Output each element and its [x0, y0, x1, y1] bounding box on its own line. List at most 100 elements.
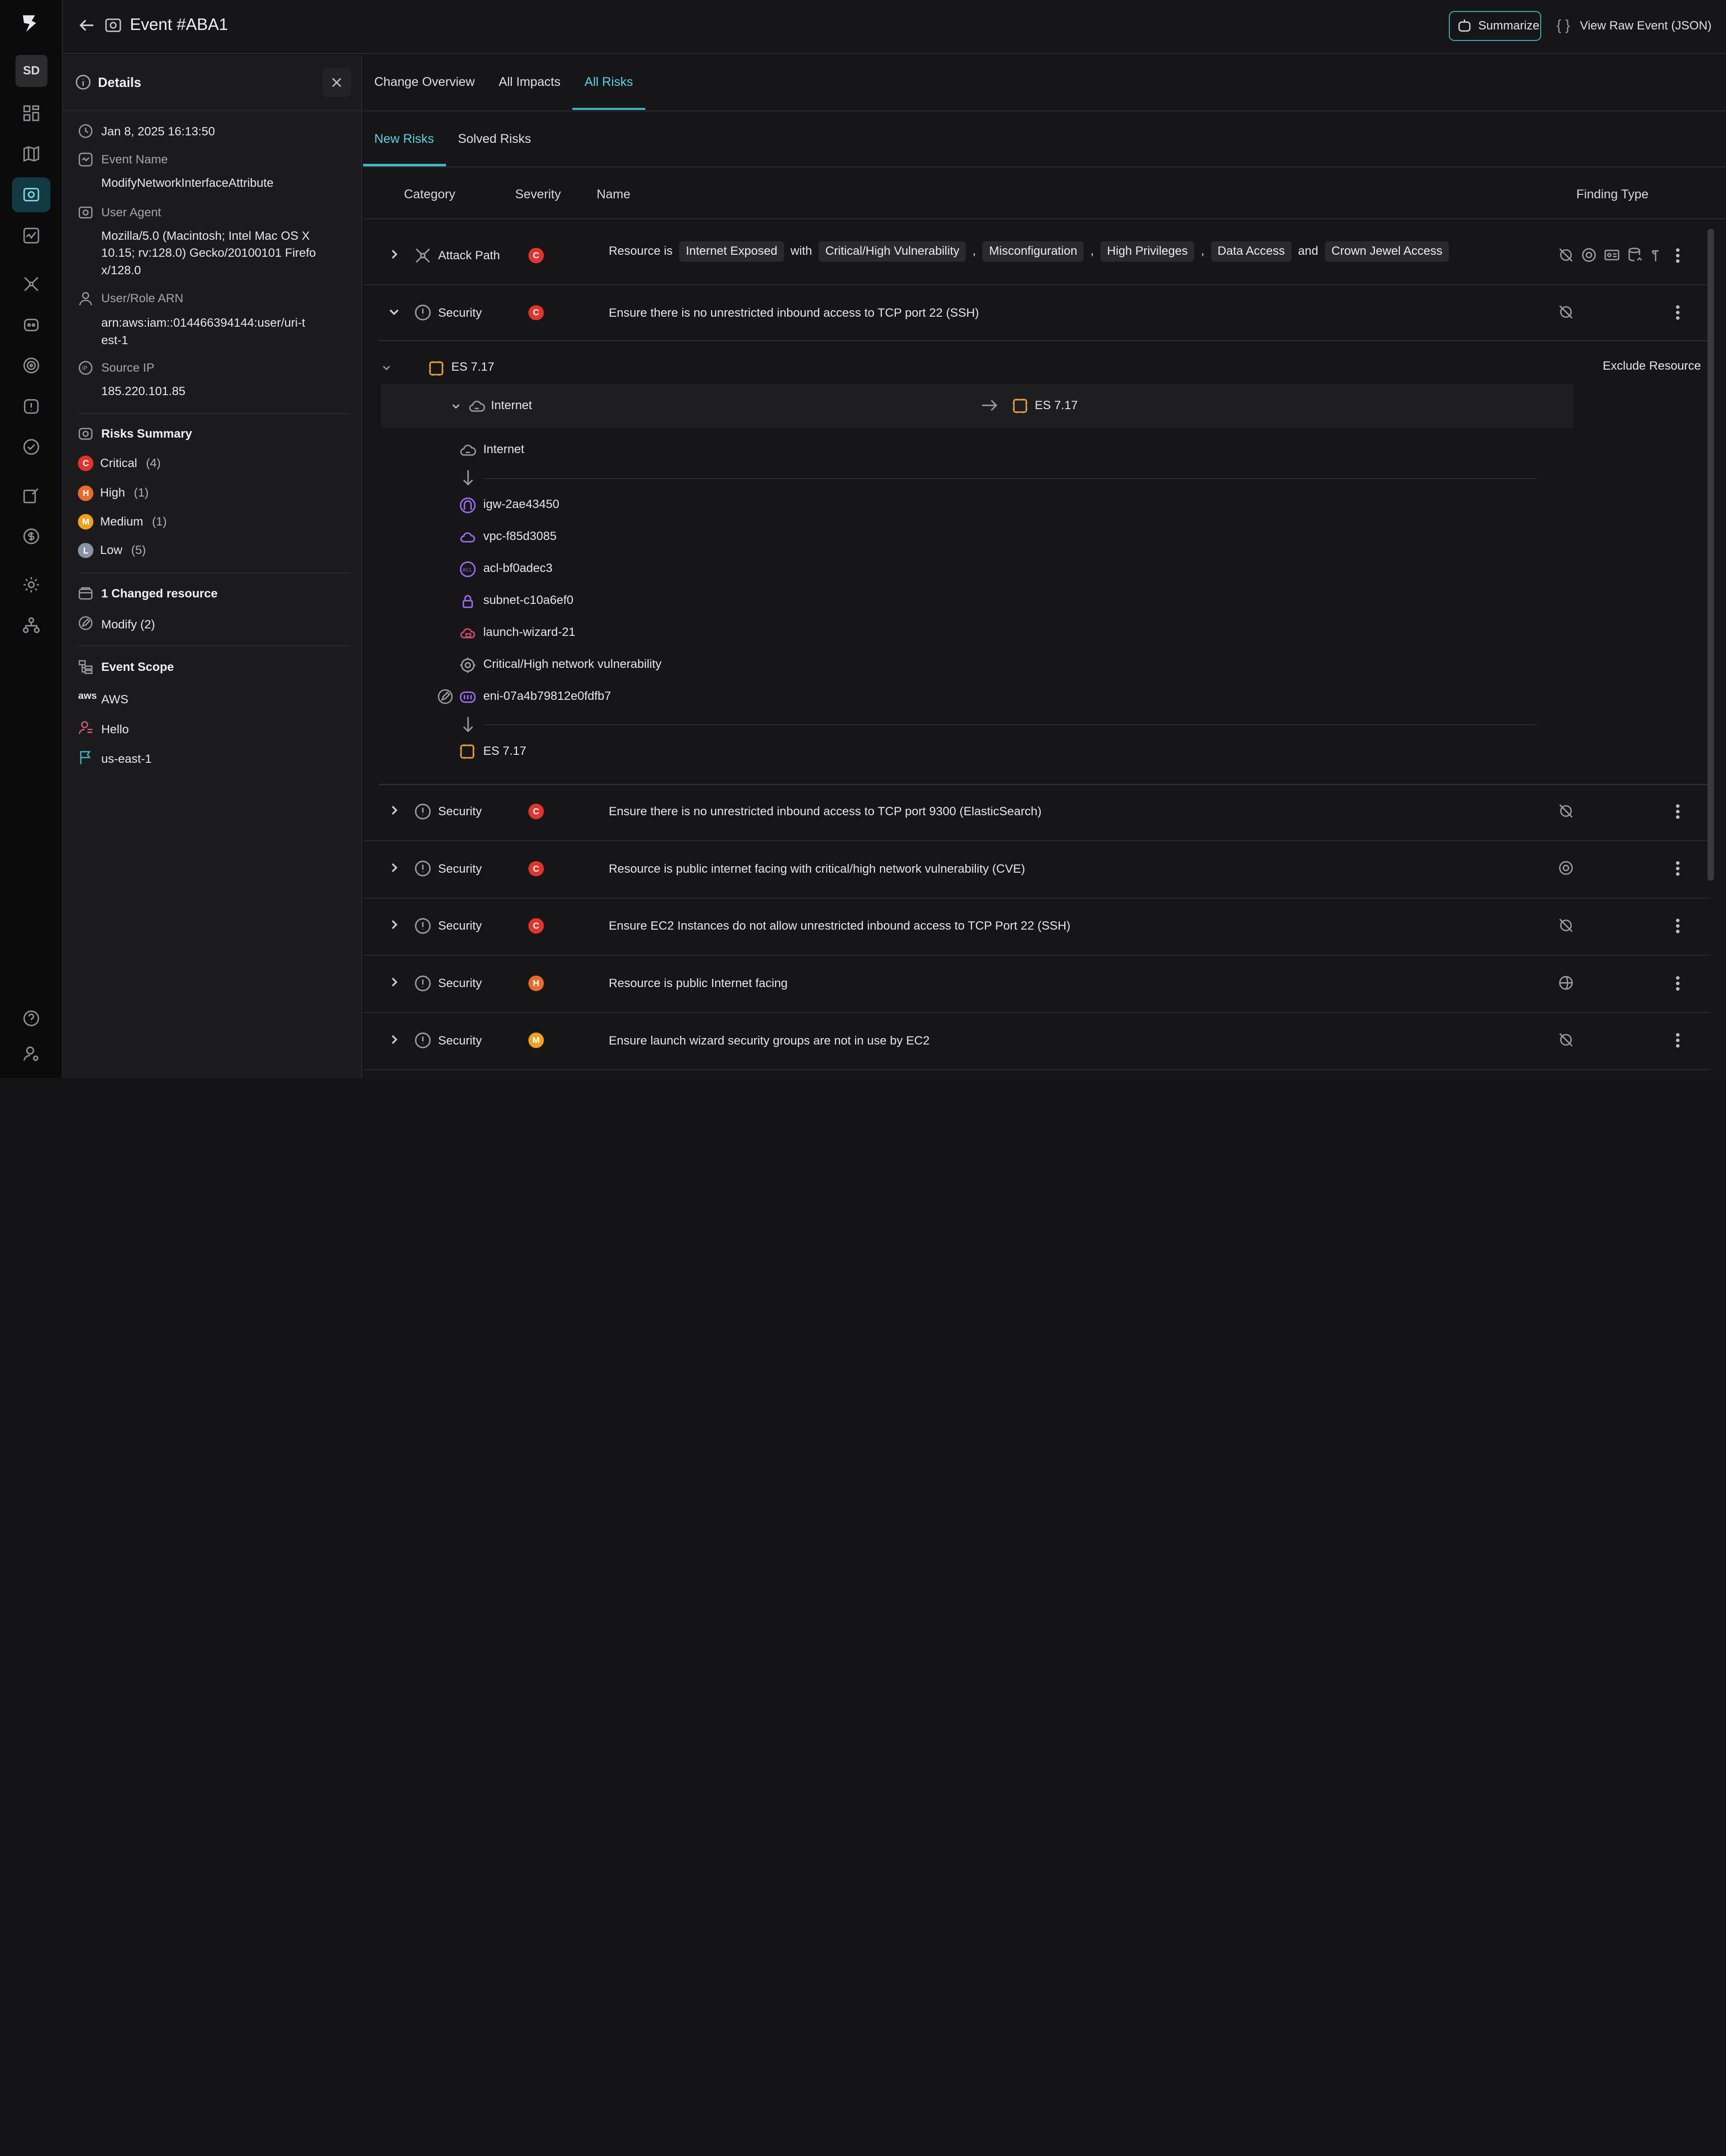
table-row[interactable]: Security C Ensure EC2 Instances do not a… [363, 899, 1711, 956]
risk-medium[interactable]: M Medium (1) [78, 514, 167, 530]
tag: High Privileges [1100, 241, 1195, 262]
divider [484, 724, 1537, 726]
user-agent-icon [78, 205, 93, 220]
robot-icon [1457, 18, 1472, 33]
more-vertical-icon[interactable] [1676, 1032, 1680, 1049]
path-source: Internet [491, 398, 532, 412]
more-vertical-icon[interactable] [1676, 917, 1680, 935]
chevron-right-icon[interactable] [389, 1034, 400, 1045]
row-category: Attack Path [438, 249, 500, 263]
risk-high[interactable]: H High (1) [78, 486, 149, 501]
check-icon[interactable] [12, 430, 50, 465]
dashboard-icon[interactable] [12, 96, 50, 131]
finding-type-icons [1558, 917, 1574, 934]
more-vertical-icon[interactable] [1676, 860, 1680, 877]
finding-type-icons [1558, 803, 1574, 819]
clock-icon [78, 123, 93, 139]
org-icon[interactable] [12, 608, 50, 643]
activity-icon[interactable] [12, 218, 50, 253]
top-bar: Event #ABA1 Summarize { } View Raw Event… [62, 0, 1726, 54]
view-raw-label: View Raw Event (JSON) [1580, 18, 1712, 32]
high-badge: H [78, 486, 94, 501]
tab-change-overview[interactable]: Change Overview [374, 75, 474, 89]
chevron-right-icon[interactable] [389, 919, 400, 930]
chevron-right-icon[interactable] [389, 249, 400, 260]
tag: Misconfiguration [982, 241, 1084, 262]
high-badge: H [528, 975, 544, 991]
col-severity[interactable]: Severity [515, 187, 561, 202]
tab-solved-risks[interactable]: Solved Risks [458, 132, 531, 146]
table-row[interactable]: Security C Resource is public internet f… [363, 841, 1711, 899]
path-target: ES 7.17 [1034, 398, 1078, 412]
avatar[interactable]: SD [15, 55, 47, 87]
more-vertical-icon[interactable] [1676, 803, 1680, 820]
help-icon[interactable] [12, 1001, 50, 1037]
resource-name[interactable]: ES 7.17 [451, 360, 494, 374]
no-exposure-icon [1558, 1032, 1574, 1048]
modify-count[interactable]: Modify (2) [101, 616, 330, 633]
globe-exposure-icon [1558, 975, 1574, 991]
risk-subtabs: New Risks Solved Risks [363, 112, 1726, 168]
table-row[interactable]: Attack Path C Resource is Internet Expos… [363, 228, 1711, 285]
risk-critical[interactable]: C Critical (4) [78, 456, 161, 472]
col-finding-type[interactable]: Finding Type [1576, 187, 1649, 202]
arn-value: arn:aws:iam::014466394144:user/uri-t est… [101, 315, 330, 349]
user-settings-icon[interactable] [12, 1036, 50, 1072]
col-name[interactable]: Name [597, 187, 631, 202]
chevron-down-icon[interactable] [451, 402, 460, 411]
modify-icon [78, 615, 93, 631]
chevron-down-icon[interactable] [382, 363, 391, 372]
crown-jewel-icon [1650, 247, 1661, 263]
tab-all-impacts[interactable]: All Impacts [498, 75, 560, 89]
scope-region[interactable]: us-east-1 [101, 751, 330, 768]
attack-path-icon [414, 247, 432, 264]
path-header-row[interactable] [381, 384, 1573, 429]
more-vertical-icon[interactable] [1676, 975, 1680, 992]
chevron-right-icon[interactable] [389, 977, 400, 988]
user-agent-line: 10.15; rv:128.0) Gecko/20100101 Firefo [101, 246, 316, 260]
risk-low[interactable]: L Low (5) [78, 542, 146, 558]
chevron-right-icon[interactable] [389, 805, 400, 816]
user-group-icon [78, 720, 93, 735]
table-row-expanded[interactable]: Security C Ensure there is no unrestrict… [363, 285, 1711, 343]
view-raw-event-button[interactable]: { } View Raw Event (JSON) [1557, 17, 1712, 34]
close-icon[interactable] [322, 68, 352, 97]
map-icon[interactable] [12, 136, 50, 172]
shield-icon[interactable] [12, 389, 50, 424]
table-row[interactable]: Security M Ensure launch wizard security… [363, 1013, 1711, 1071]
scope-account[interactable]: AWS [101, 691, 330, 708]
more-vertical-icon[interactable] [1676, 247, 1680, 264]
finding-type-icons [1558, 860, 1574, 876]
edit-doc-icon[interactable] [12, 478, 50, 514]
app-logo-icon[interactable] [18, 12, 40, 34]
risk-count: (1) [134, 486, 149, 500]
alert-circle-icon [414, 803, 432, 820]
table-row[interactable]: Security H Resource is public Internet f… [363, 956, 1711, 1013]
events-icon[interactable] [12, 177, 51, 213]
user-icon [78, 291, 93, 306]
row-category: Security [438, 862, 482, 876]
exclude-resource-button[interactable]: Exclude Resource [1603, 359, 1701, 373]
path-node: ES 7.17 [483, 744, 526, 758]
user-agent-label: User Agent [101, 206, 161, 220]
path-node: subnet-c10a6ef0 [483, 593, 574, 607]
dollar-icon[interactable] [12, 519, 50, 554]
path-node: launch-wizard-21 [483, 625, 576, 639]
col-category[interactable]: Category [404, 187, 455, 202]
settings-icon[interactable] [12, 567, 50, 602]
back-arrow-icon[interactable] [78, 16, 95, 34]
scope-org[interactable]: Hello [101, 721, 330, 738]
more-vertical-icon[interactable] [1676, 304, 1680, 321]
summarize-button[interactable]: Summarize [1448, 11, 1541, 41]
chevron-right-icon[interactable] [389, 862, 400, 873]
medium-badge: M [78, 514, 94, 530]
robot-icon[interactable] [12, 307, 50, 343]
target-icon[interactable] [12, 348, 50, 383]
vulnerability-icon [459, 656, 476, 674]
table-row[interactable]: Security C Ensure there is no unrestrict… [363, 784, 1711, 841]
tab-all-risks[interactable]: All Risks [584, 75, 633, 89]
tab-new-risks[interactable]: New Risks [374, 132, 434, 146]
graph-icon[interactable] [12, 266, 50, 302]
chevron-down-icon[interactable] [389, 306, 400, 317]
scrollbar[interactable] [1707, 229, 1714, 881]
